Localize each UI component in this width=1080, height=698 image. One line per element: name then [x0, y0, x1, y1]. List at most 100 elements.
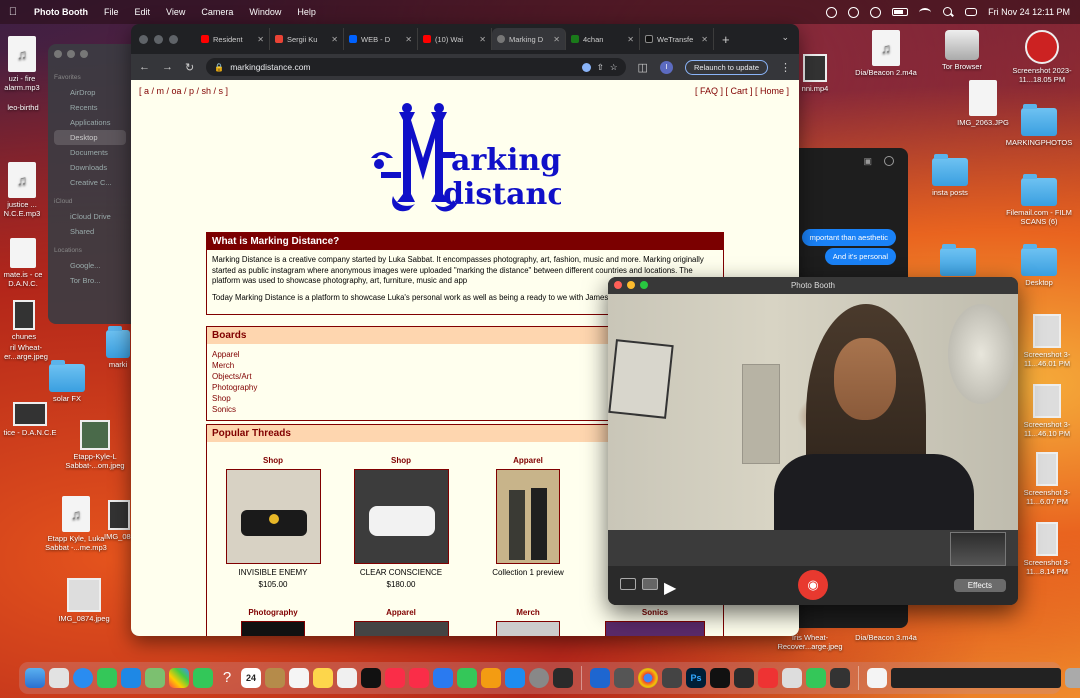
wifi-icon[interactable]: [919, 7, 932, 17]
reload-icon[interactable]: ↻: [185, 61, 194, 74]
bookmark-star-icon[interactable]: ☆: [610, 62, 618, 73]
spotlight-search-icon[interactable]: [942, 7, 954, 17]
desktop-item[interactable]: marki: [104, 326, 132, 370]
top-nav[interactable]: [ FAQ ] [ Cart ] [ Home ]: [695, 86, 789, 96]
zoom-button[interactable]: [80, 50, 88, 58]
photos-icon[interactable]: [169, 668, 189, 688]
marking-distance-logo[interactable]: arking distance: [371, 100, 561, 220]
reminders-icon[interactable]: [289, 668, 309, 688]
thread-card[interactable]: Shop INVISIBLE ENEMY $105.00: [223, 456, 323, 589]
launchpad-icon[interactable]: [49, 668, 69, 688]
terminal-icon[interactable]: [734, 668, 754, 688]
system-settings-icon[interactable]: [529, 668, 549, 688]
chrome-icon[interactable]: [638, 668, 658, 688]
desktop-item[interactable]: Iris Wheat- Recover...arge.jpeg: [770, 633, 850, 651]
desktop-item[interactable]: Etapp-Kyle-L Sabbat-...om.jpeg: [60, 420, 130, 470]
sidebar-item-icloud-drive[interactable]: iCloud Drive: [54, 209, 126, 224]
photoshop-icon[interactable]: Ps: [686, 668, 706, 688]
thread-card[interactable]: Merch: [478, 608, 578, 636]
freeform-icon[interactable]: [337, 668, 357, 688]
messages-icon[interactable]: [97, 668, 117, 688]
browser-tab[interactable]: WEB - D ✕: [344, 28, 418, 50]
menu-camera[interactable]: Camera: [193, 7, 241, 17]
mail-icon[interactable]: [121, 668, 141, 688]
desktop-item[interactable]: ♫ Dia/Beacon 2.m4a: [848, 30, 924, 78]
control-center-icon[interactable]: [965, 8, 978, 16]
side-panel-icon[interactable]: ◫: [638, 61, 648, 74]
desktop-item[interactable]: tice - D.A.N.C.E: [0, 402, 60, 438]
effects-button[interactable]: Effects: [953, 579, 1006, 592]
close-tab-icon[interactable]: ✕: [701, 35, 708, 44]
minimized-windows[interactable]: [891, 668, 1061, 688]
sidebar-item-creative-cloud[interactable]: Creative C...: [54, 175, 126, 190]
thread-image[interactable]: [353, 469, 449, 564]
menu-help[interactable]: Help: [289, 7, 324, 17]
zoom-button[interactable]: [640, 281, 648, 289]
desktop-item[interactable]: MARKINGPHOTOS: [1000, 104, 1078, 148]
apple-tv-icon[interactable]: [361, 668, 381, 688]
news-icon[interactable]: [409, 668, 429, 688]
desktop-item[interactable]: ril Wheat- er...arge.jpeg: [0, 343, 52, 361]
message-bubble[interactable]: And it's personal: [824, 248, 896, 265]
sidebar-item-downloads[interactable]: Downloads: [54, 160, 126, 175]
screenshot-icon[interactable]: [553, 668, 573, 688]
menu-edit[interactable]: Edit: [127, 7, 159, 17]
profile-avatar[interactable]: I: [659, 60, 673, 74]
four-up-mode-icon[interactable]: [620, 578, 636, 590]
video-mode-icon[interactable]: ▶: [664, 578, 680, 597]
thread-card[interactable]: Shop CLEAR CONSCIENCE $180.00: [351, 456, 451, 589]
minimize-button[interactable]: [627, 281, 635, 289]
help-icon[interactable]: ?: [217, 668, 237, 688]
desktop-item[interactable]: Screenshot 3-11...8.14 PM: [1016, 522, 1078, 576]
browser-tab-active[interactable]: Marking D ✕: [492, 28, 566, 50]
calendar-icon[interactable]: 24: [241, 668, 261, 688]
sidebar-item-airdrop[interactable]: AirDrop: [54, 85, 126, 100]
photo-booth-icon[interactable]: [830, 668, 850, 688]
desktop-item[interactable]: ♫ Etapp Kyle, Luka Sabbat -...me.mp3: [38, 496, 114, 552]
desktop-item[interactable]: leo-birthd: [0, 103, 46, 113]
close-tab-icon[interactable]: ✕: [257, 35, 264, 44]
play-icon[interactable]: [870, 6, 882, 18]
relaunch-to-update-button[interactable]: Relaunch to update: [684, 59, 768, 75]
thread-image[interactable]: [496, 469, 560, 564]
minimize-button[interactable]: [154, 34, 163, 44]
music-icon[interactable]: [385, 668, 405, 688]
address-bar[interactable]: 🔒 markingdistance.com ⇧ ☆: [206, 58, 626, 76]
image-capture-icon[interactable]: [614, 668, 634, 688]
close-button[interactable]: [139, 34, 148, 44]
google-lens-icon[interactable]: [581, 62, 591, 72]
video-call-icon[interactable]: ▣: [863, 156, 872, 167]
facetime-icon[interactable]: [193, 668, 213, 688]
finder-icon[interactable]: [25, 668, 45, 688]
browser-tab[interactable]: Resident ✕: [196, 28, 270, 50]
browser-tab[interactable]: Sergii Ku ✕: [270, 28, 344, 50]
desktop-item[interactable]: Screenshot 3-11...6.07 PM: [1016, 452, 1078, 506]
thread-card[interactable]: Photography: [223, 608, 323, 636]
desktop-item[interactable]: Screenshot 3-11...46.01 PM: [1016, 314, 1078, 368]
thread-card[interactable]: Sonics: [605, 608, 705, 636]
app-menu[interactable]: Photo Booth: [26, 7, 96, 17]
desktop-item[interactable]: ♫ uzi - fire alarm.mp3: [0, 36, 44, 92]
preview-icon[interactable]: [590, 668, 610, 688]
close-tab-icon[interactable]: ✕: [553, 35, 560, 44]
desktop-item[interactable]: IMG_0874.jpeg: [52, 578, 116, 624]
close-button[interactable]: [54, 50, 62, 58]
sidebar-item-google[interactable]: Google...: [54, 258, 126, 273]
scripts-icon[interactable]: [662, 668, 682, 688]
tab-search-chevron-icon[interactable]: ⌄: [781, 32, 789, 43]
trash-icon[interactable]: [1065, 668, 1080, 688]
numbers-icon[interactable]: [457, 668, 477, 688]
desktop-item[interactable]: Dia/Beacon 3.m4a: [848, 633, 924, 643]
close-tab-icon[interactable]: ✕: [405, 35, 412, 44]
thread-image[interactable]: [353, 621, 449, 636]
downloads-stack-icon[interactable]: [867, 668, 887, 688]
pages-icon[interactable]: [481, 668, 501, 688]
menu-window[interactable]: Window: [241, 7, 289, 17]
desktop-item[interactable]: Desktop: [1014, 244, 1064, 288]
forward-arrow-icon[interactable]: →: [162, 61, 173, 73]
recent-photo-thumbnail[interactable]: [950, 532, 1006, 566]
zoom-button[interactable]: [169, 34, 178, 44]
thread-image[interactable]: [496, 621, 560, 636]
desktop-item[interactable]: Screenshot 2023-11...18.05 PM: [1004, 30, 1080, 84]
desktop-item[interactable]: [934, 244, 982, 279]
